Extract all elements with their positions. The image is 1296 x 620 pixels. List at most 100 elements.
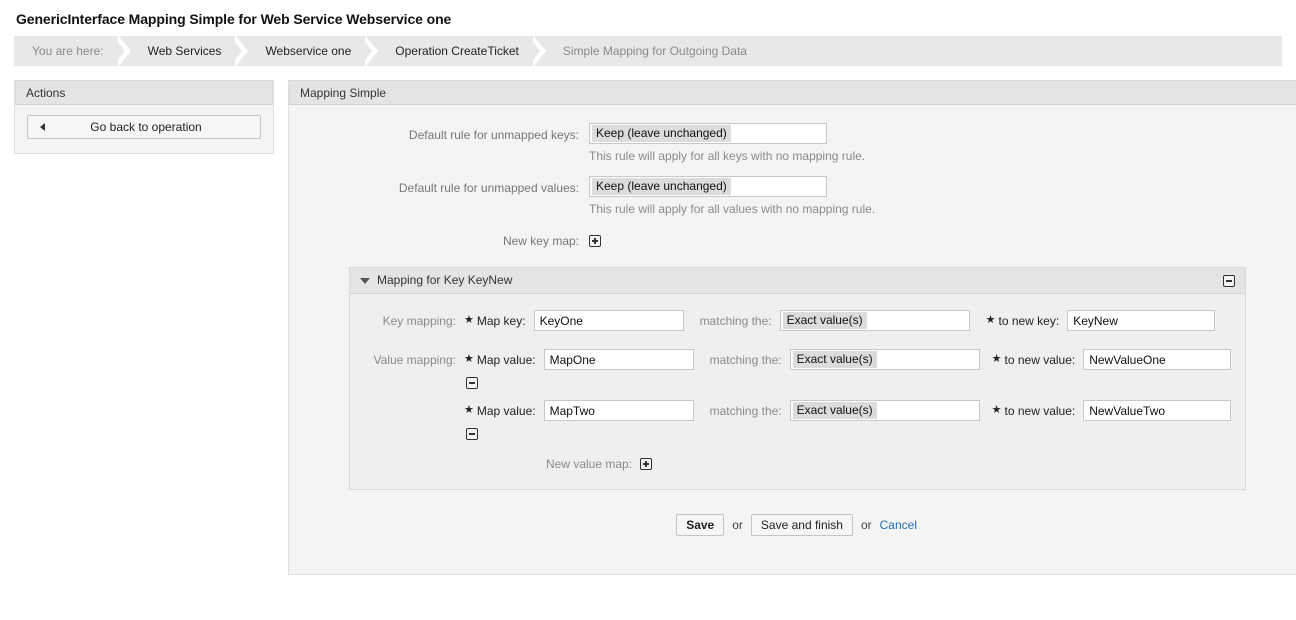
breadcrumb-prefix: You are here: (14, 36, 131, 66)
new-key-map-field (589, 229, 1276, 248)
value-matching-label: matching the: (709, 403, 782, 418)
to-new-key-input[interactable] (1067, 310, 1216, 331)
actions-widget-body: Go back to operation (15, 105, 273, 153)
minus-box-icon[interactable] (466, 377, 478, 389)
map-value-label: Map value: (476, 352, 536, 367)
default-key-rule-label: Default rule for unmapped keys: (408, 128, 579, 142)
required-star-icon: ★ (464, 314, 474, 326)
value-matching-label: matching the: (709, 352, 782, 367)
save-button[interactable]: Save (676, 514, 725, 536)
breadcrumb-item-label: Operation CreateTicket (395, 44, 519, 58)
minus-box-icon[interactable] (466, 428, 478, 440)
mapping-simple-widget: Mapping Simple Default rule for unmapped… (288, 80, 1296, 575)
required-star-icon: ★ (464, 353, 474, 365)
plus-box-icon[interactable] (589, 235, 601, 247)
map-value-label: Map value: (476, 403, 536, 418)
footer-or-1: or (732, 518, 743, 532)
value-map-row: ★ Map value: matching the: Exact value(s… (464, 349, 1232, 370)
breadcrumb-item-label: Web Services (147, 44, 222, 58)
default-value-rule-select[interactable]: Keep (leave unchanged) (589, 176, 827, 197)
key-mapping-row: Key mapping: ★ Map key: matching the: (364, 310, 1231, 331)
actions-widget-header: Actions (15, 80, 273, 105)
triangle-down-icon[interactable] (360, 277, 370, 284)
default-value-rule-row: Default rule for unmapped values: Keep (… (317, 176, 1276, 225)
new-value-map-label: New value map: (546, 457, 633, 471)
required-star-icon: ★ (991, 353, 1002, 365)
default-key-rule-select[interactable]: Keep (leave unchanged) (589, 123, 827, 144)
breadcrumb-prefix-label: You are here: (32, 44, 104, 58)
breadcrumb-item-operation-createticket[interactable]: Operation CreateTicket (377, 36, 546, 66)
plus-box-icon[interactable] (640, 458, 653, 470)
to-new-value-input[interactable] (1083, 349, 1232, 370)
key-mapping-fields: ★ Map key: matching the: Exact value(s) (464, 310, 1231, 331)
breadcrumb-separator-icon (231, 36, 249, 66)
mapping-for-key-panel-title: Mapping for Key KeyNew (377, 273, 513, 287)
key-mapping-line: ★ Map key: matching the: Exact value(s) (464, 310, 1231, 331)
new-value-map-row: New value map: (464, 451, 1231, 471)
mapping-for-key-panel-header: Mapping for Key KeyNew (350, 268, 1246, 294)
required-star-icon: ★ (991, 404, 1002, 416)
default-value-rule-hint: This rule will apply for all values with… (589, 202, 876, 216)
map-key-label-wrap: ★ Map key: (464, 314, 534, 328)
breadcrumb-separator-icon (113, 36, 131, 66)
page-title: GenericInterface Mapping Simple for Web … (16, 11, 452, 27)
breadcrumb-separator-icon (528, 36, 546, 66)
value-matching-select[interactable]: Exact value(s) (789, 349, 980, 370)
mapping-for-key-panel-body: Key mapping: ★ Map key: matching the: (350, 294, 1245, 489)
value-matching-selected-value: Exact value(s) (792, 402, 877, 419)
sidebar: Actions Go back to operation (14, 80, 274, 154)
key-mapping-group-label: Key mapping: (382, 314, 456, 328)
page-columns: Actions Go back to operation Mapping Sim… (0, 80, 1296, 575)
required-star-icon: ★ (464, 404, 474, 416)
new-key-map-row: New key map: (317, 229, 1276, 249)
to-new-value-label: to new value: (1004, 403, 1076, 418)
triangle-left-icon (40, 123, 45, 131)
to-new-key-label-wrap: ★ to new key: (970, 314, 1068, 328)
save-and-finish-button[interactable]: Save and finish (750, 514, 853, 536)
map-value-label-wrap: ★ Map value: (464, 404, 544, 418)
breadcrumb-separator-icon (361, 36, 379, 66)
default-key-rule-field: Keep (leave unchanged) This rule will ap… (589, 123, 1276, 172)
breadcrumb-item-web-services[interactable]: Web Services (130, 36, 249, 66)
breadcrumb: You are here: Web Services Webservice on… (14, 36, 1282, 66)
key-matching-selected-value: Exact value(s) (782, 312, 867, 329)
to-new-value-input[interactable] (1083, 400, 1232, 421)
actions-widget: Actions Go back to operation (14, 80, 274, 154)
map-key-input[interactable] (533, 310, 684, 331)
breadcrumb-item-webservice-one[interactable]: Webservice one (247, 36, 379, 66)
breadcrumb-item-label: Webservice one (265, 44, 352, 58)
mapping-for-key-panel: Mapping for Key KeyNew Key mapping: ★ Ma… (349, 267, 1247, 490)
go-back-to-operation-button[interactable]: Go back to operation (27, 115, 261, 139)
key-matching-select[interactable]: Exact value(s) (779, 310, 970, 331)
value-matching-select[interactable]: Exact value(s) (789, 400, 980, 421)
remove-value-map-row (464, 421, 1231, 451)
to-new-key-label: to new key: (998, 313, 1060, 328)
new-key-map-label: New key map: (502, 234, 579, 248)
mapping-simple-body: Default rule for unmapped keys: Keep (le… (289, 105, 1296, 574)
value-mapping-row: Value mapping: ★ Map value: matchin (364, 349, 1232, 471)
key-matching-label: matching the: (699, 313, 772, 328)
form-footer: Save or Save and finish or Cancel (317, 490, 1276, 552)
map-value-input[interactable] (543, 349, 694, 370)
value-mapping-group-label: Value mapping: (373, 353, 457, 367)
value-map-row: ★ Map value: matching the: Exact value(s… (464, 400, 1232, 421)
footer-or-2: or (860, 518, 872, 532)
default-value-rule-field: Keep (leave unchanged) This rule will ap… (589, 176, 1276, 225)
go-back-to-operation-label: Go back to operation (90, 120, 202, 134)
default-key-rule-row: Default rule for unmapped keys: Keep (le… (317, 123, 1276, 172)
value-mapping-fields: ★ Map value: matching the: Exact value(s… (464, 349, 1232, 471)
cancel-link[interactable]: Cancel (880, 518, 917, 532)
map-value-label-wrap: ★ Map value: (464, 353, 544, 367)
required-star-icon: ★ (985, 314, 996, 326)
map-value-input[interactable] (543, 400, 694, 421)
to-new-value-label-wrap: ★ to new value: (980, 404, 1084, 418)
mapping-simple-header: Mapping Simple (289, 80, 1296, 105)
remove-value-map-row (464, 370, 1231, 400)
to-new-value-label-wrap: ★ to new value: (980, 353, 1084, 367)
breadcrumb-item-simple-mapping: Simple Mapping for Outgoing Data (545, 36, 773, 66)
breadcrumb-item-label: Simple Mapping for Outgoing Data (562, 44, 747, 58)
minus-box-icon[interactable] (1223, 274, 1236, 287)
map-key-label: Map key: (476, 313, 526, 328)
default-key-rule-hint: This rule will apply for all keys with n… (589, 149, 866, 163)
default-key-rule-selected-value: Keep (leave unchanged) (592, 125, 731, 142)
